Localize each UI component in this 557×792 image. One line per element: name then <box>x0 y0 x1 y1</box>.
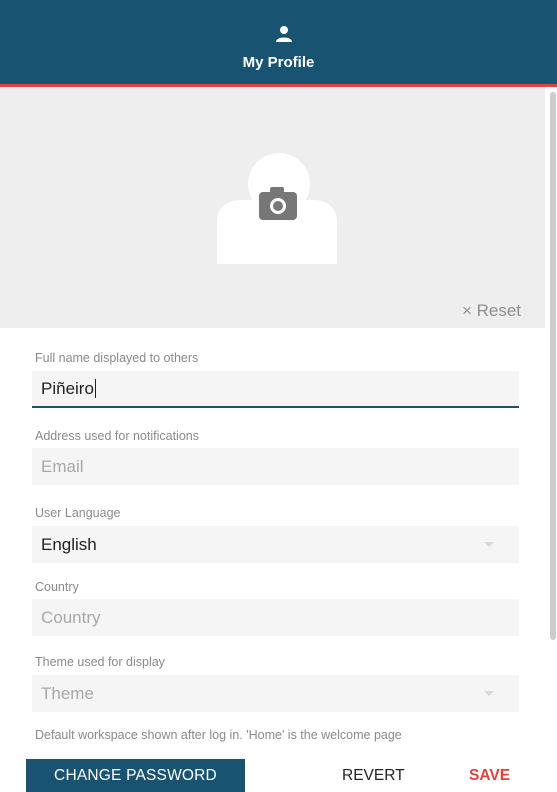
avatar-area: × Reset <box>0 87 545 328</box>
save-button[interactable]: SAVE <box>463 759 516 792</box>
chevron-down-icon <box>484 691 494 696</box>
person-icon <box>276 26 292 42</box>
change-password-button[interactable]: CHANGE PASSWORD <box>26 759 245 792</box>
scrollbar-thumb[interactable] <box>550 92 556 640</box>
theme-placeholder: Theme <box>41 683 94 703</box>
reset-avatar-button[interactable]: × Reset <box>462 301 521 321</box>
action-bar: CHANGE PASSWORD REVERT SAVE <box>0 748 545 792</box>
full-name-label: Full name displayed to others <box>35 351 199 365</box>
avatar-placeholder[interactable] <box>217 152 337 264</box>
language-label: User Language <box>35 506 121 520</box>
revert-button[interactable]: REVERT <box>336 759 411 792</box>
email-input[interactable]: Email <box>32 448 519 485</box>
text-caret <box>94 379 96 398</box>
theme-label: Theme used for display <box>35 655 165 669</box>
email-placeholder: Email <box>41 456 84 476</box>
workspace-label: Default workspace shown after log in. 'H… <box>35 728 402 742</box>
chevron-down-icon <box>484 542 494 547</box>
language-value: English <box>41 534 97 554</box>
page-title: My Profile <box>242 54 315 71</box>
full-name-input[interactable]: Piñeiro <box>32 371 519 408</box>
country-label: Country <box>35 580 79 594</box>
app-header: My Profile <box>0 0 557 87</box>
theme-select[interactable]: Theme <box>32 675 519 712</box>
full-name-value: Piñeiro <box>41 378 94 398</box>
email-label: Address used for notifications <box>35 429 199 443</box>
country-input[interactable]: Country <box>32 599 519 636</box>
country-placeholder: Country <box>41 607 101 627</box>
language-select[interactable]: English <box>32 526 519 563</box>
